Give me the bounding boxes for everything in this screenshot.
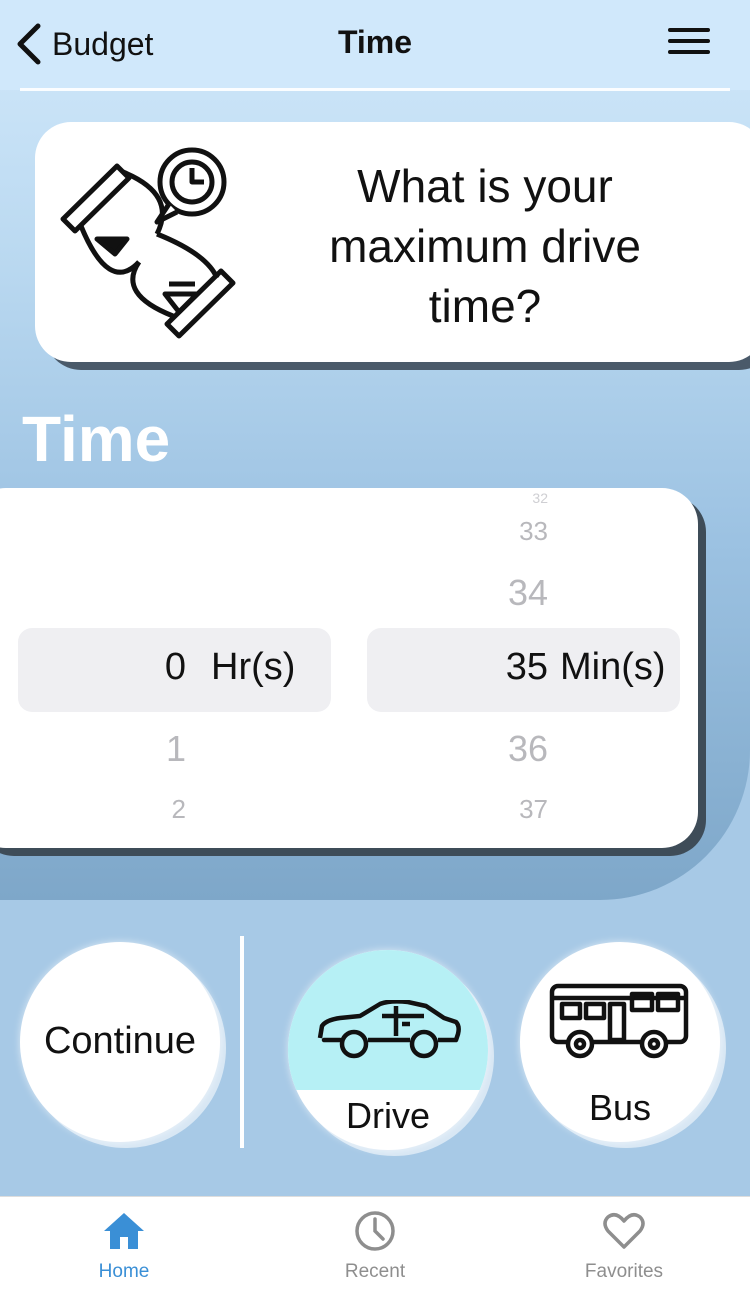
- continue-button[interactable]: Continue: [20, 942, 220, 1142]
- bus-label: Bus: [588, 1087, 652, 1128]
- tab-recent-label: Recent: [344, 1261, 406, 1282]
- hours-option[interactable]: 1: [120, 728, 186, 770]
- home-icon: [104, 1213, 144, 1249]
- page-title: Time: [337, 24, 413, 60]
- menu-button[interactable]: [668, 28, 710, 60]
- tab-favorites[interactable]: Favorites: [544, 1209, 704, 1283]
- minutes-option[interactable]: 33: [468, 516, 548, 547]
- hours-selected[interactable]: 0: [120, 646, 186, 689]
- minutes-option[interactable]: 32: [468, 490, 548, 506]
- section-title: Time: [22, 403, 171, 475]
- time-picker[interactable]: 0 Hr(s) 1 2 32 33 34 35 Min(s) 36 37: [0, 488, 698, 848]
- tab-bar: Home Recent Favorites: [0, 1196, 750, 1294]
- minutes-selected[interactable]: 35: [468, 646, 548, 689]
- heart-icon: [603, 1213, 645, 1249]
- tab-home[interactable]: Home: [44, 1209, 204, 1283]
- question-card: What is your maximum drive time?: [35, 122, 750, 362]
- hours-option[interactable]: 2: [120, 794, 186, 825]
- drive-label: Drive: [345, 1095, 430, 1136]
- hours-unit: Hr(s): [211, 646, 296, 688]
- tab-recent[interactable]: Recent: [295, 1209, 455, 1283]
- minutes-option[interactable]: 36: [468, 728, 548, 770]
- bus-option-button[interactable]: Bus: [520, 942, 720, 1142]
- vertical-divider: [240, 936, 244, 1148]
- car-icon: [317, 1000, 461, 1059]
- question-text: What is your maximum drive time?: [329, 160, 641, 332]
- nav-divider: [20, 88, 730, 91]
- continue-label: Continue: [43, 1020, 197, 1062]
- minutes-option[interactable]: 37: [468, 794, 548, 825]
- tab-favorites-label: Favorites: [584, 1261, 664, 1282]
- minutes-unit: Min(s): [560, 646, 666, 688]
- tab-home-label: Home: [98, 1261, 150, 1282]
- minutes-option[interactable]: 34: [468, 572, 548, 614]
- hamburger-icon: [668, 28, 710, 32]
- clock-icon: [355, 1211, 395, 1251]
- navigation-bar: Budget Time: [0, 0, 750, 90]
- bus-icon: [549, 983, 689, 1059]
- drive-option-button[interactable]: Drive: [288, 950, 488, 1150]
- hourglass-clock-icon: [60, 147, 236, 339]
